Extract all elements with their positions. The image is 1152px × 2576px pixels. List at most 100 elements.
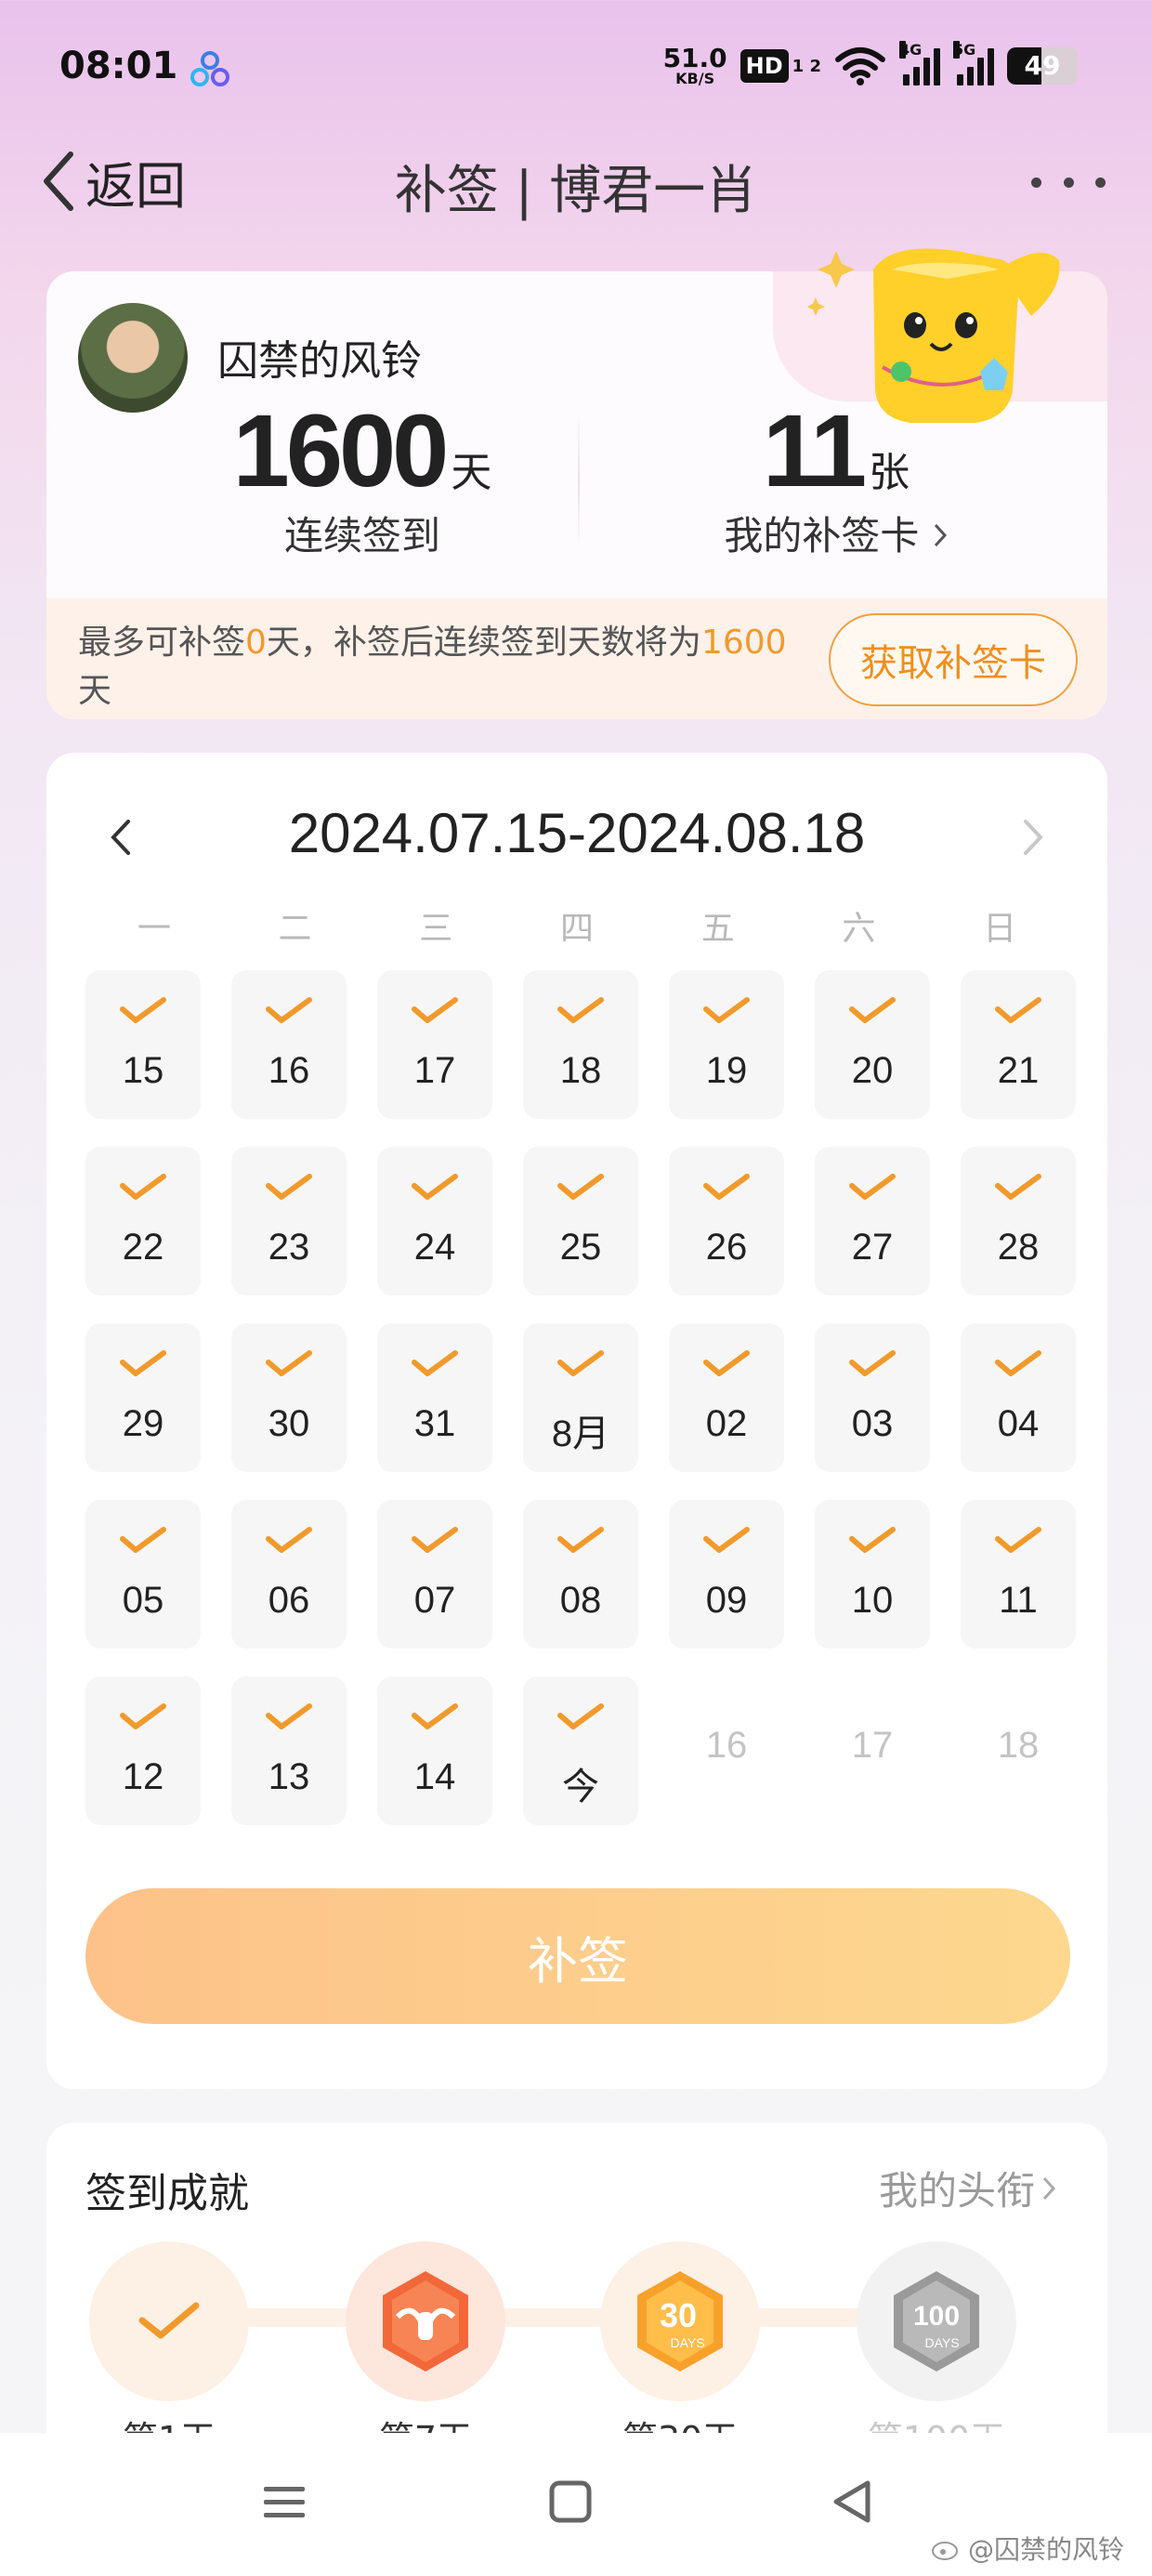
- wifi-icon: [835, 47, 885, 85]
- tip-prefix: 最多可补签: [78, 624, 246, 662]
- calendar-day-number: 8月: [551, 1413, 610, 1454]
- calendar-day-number: 09: [705, 1580, 748, 1621]
- svg-text:DAYS: DAYS: [924, 2335, 959, 2350]
- status-bar: 08:01 51.0 KB/S HD 1 2 4G 5G 49: [0, 0, 1152, 139]
- calendar-day: 09: [669, 1500, 784, 1649]
- check-icon: [120, 1174, 166, 1200]
- makeup-tip: 最多可补签0天，补签后连续签到天数将为1600 天: [78, 619, 803, 716]
- achievement-item[interactable]: 30DAYS第30天: [596, 2241, 764, 2462]
- check-icon: [412, 1350, 458, 1376]
- more-dot-icon: [1063, 177, 1074, 188]
- 30-days-badge-icon: 30 DAYS: [600, 2241, 760, 2401]
- calendar-day-number: 21: [997, 1050, 1040, 1091]
- check-icon: [557, 1350, 604, 1376]
- net-speed-value: 51.0: [662, 43, 727, 73]
- check-icon: [995, 1350, 1041, 1376]
- calendar-day-number: 22: [122, 1227, 164, 1268]
- calendar-day: 05: [85, 1500, 201, 1649]
- calendar-day-number: 20: [851, 1050, 894, 1091]
- calendar-day: 04: [961, 1323, 1076, 1472]
- weekday-label: 日: [983, 910, 1017, 948]
- tip-suffix: 天: [78, 672, 112, 710]
- calendar-day: 19: [669, 970, 784, 1119]
- calendar-day-number: 02: [705, 1403, 748, 1444]
- makeup-sign-button[interactable]: 补签: [85, 1888, 1070, 2024]
- calendar-day[interactable]: 16: [669, 1676, 784, 1825]
- check-badge-icon: [89, 2241, 249, 2401]
- streak-unit: 天: [451, 449, 492, 496]
- achievement-item[interactable]: 100DAYS第100天: [853, 2241, 1020, 2462]
- check-icon: [995, 997, 1041, 1023]
- check-icon: [120, 1527, 166, 1553]
- chevron-right-icon[interactable]: [1015, 814, 1052, 861]
- calendar-card: 2024.07.15-2024.08.18 一 二 三 四 五 六 日 15 16…: [46, 753, 1107, 2089]
- calendar-day-number: 17: [851, 1725, 894, 1766]
- calendar-day: 30: [231, 1323, 347, 1472]
- check-icon: [849, 997, 896, 1023]
- tip-total: 1600: [700, 624, 787, 662]
- my-titles-label: 我的头衔: [878, 2168, 1035, 2214]
- more-menu-button[interactable]: [1031, 164, 1106, 201]
- cards-label: 我的补签卡: [724, 513, 920, 559]
- signal-4g-tag: 4G: [899, 41, 923, 59]
- calendar-day-number: 03: [851, 1403, 894, 1444]
- calendar-day-number: 18: [997, 1725, 1040, 1766]
- back-nav-icon[interactable]: [825, 2474, 881, 2530]
- calendar-date-range: 2024.07.15-2024.08.18: [288, 802, 866, 864]
- home-icon[interactable]: [543, 2474, 598, 2530]
- status-time: 08:01: [59, 45, 178, 87]
- check-icon: [849, 1527, 896, 1553]
- check-icon: [412, 1527, 458, 1553]
- calendar-day-number: 26: [705, 1227, 748, 1268]
- check-icon: [557, 997, 604, 1023]
- calendar-day: 20: [815, 970, 930, 1119]
- calendar-day[interactable]: 17: [815, 1676, 930, 1825]
- check-icon: [557, 1703, 604, 1729]
- check-icon: [120, 1703, 166, 1729]
- calendar-day: 25: [523, 1147, 638, 1295]
- chevron-right-icon: [1042, 2176, 1056, 2200]
- 100-days-badge-icon: 100 DAYS: [857, 2241, 1016, 2401]
- wings-badge-icon: [346, 2241, 505, 2401]
- calendar-day-number: 17: [413, 1050, 456, 1091]
- calendar-day-number: 06: [268, 1580, 310, 1621]
- signal-4g-icon: 4G: [899, 41, 940, 85]
- svg-text:100: 100: [913, 2301, 960, 2332]
- my-cards-link[interactable]: 我的补签卡: [650, 505, 1022, 561]
- get-makeup-card-button[interactable]: 获取补签卡: [829, 613, 1078, 706]
- calendar-day: 17: [377, 970, 492, 1119]
- cards-unit: 张: [869, 449, 910, 496]
- signal-5g-tag: 5G: [953, 41, 976, 59]
- calendar-day: 21: [961, 970, 1076, 1119]
- menu-icon[interactable]: [256, 2474, 312, 2530]
- check-icon: [412, 997, 458, 1023]
- battery-level: 49: [1024, 50, 1061, 81]
- watermark: @囚禁的风铃: [931, 2530, 1124, 2567]
- calendar-day: 29: [85, 1323, 201, 1472]
- calendar-day: 08: [523, 1500, 638, 1649]
- calendar-day: 11: [961, 1500, 1076, 1649]
- achievements-title: 签到成就: [85, 2170, 249, 2217]
- check-icon: [703, 997, 750, 1023]
- calendar-day-number: 31: [413, 1403, 456, 1444]
- calendar-day[interactable]: 18: [961, 1676, 1076, 1825]
- calendar-day-number: 29: [122, 1403, 164, 1444]
- mascot-illustration: [808, 248, 1060, 423]
- calendar-day: 8月: [523, 1323, 638, 1472]
- calendar-day-number: 11: [999, 1580, 1038, 1621]
- achievement-item[interactable]: 第1天: [85, 2241, 253, 2462]
- my-titles-link[interactable]: 我的头衔: [879, 2160, 1057, 2216]
- avatar[interactable]: [78, 303, 188, 413]
- calendar-day-number: 24: [413, 1227, 456, 1268]
- watermark-text: @囚禁的风铃: [967, 2534, 1124, 2565]
- calendar-day: 06: [231, 1500, 347, 1649]
- calendar-day: 23: [231, 1147, 347, 1295]
- more-dot-icon: [1031, 177, 1041, 188]
- calendar-day: 14: [377, 1676, 492, 1825]
- page-title: 补签 | 博君一肖: [394, 161, 758, 221]
- achievement-item[interactable]: 第7天: [342, 2241, 509, 2462]
- weekday-label: 二: [278, 910, 312, 948]
- status-indicators: 51.0 KB/S HD 1 2 4G 5G 49: [662, 41, 1078, 89]
- calendar-day-number: 07: [413, 1580, 456, 1621]
- calendar-day-number: 14: [413, 1756, 456, 1797]
